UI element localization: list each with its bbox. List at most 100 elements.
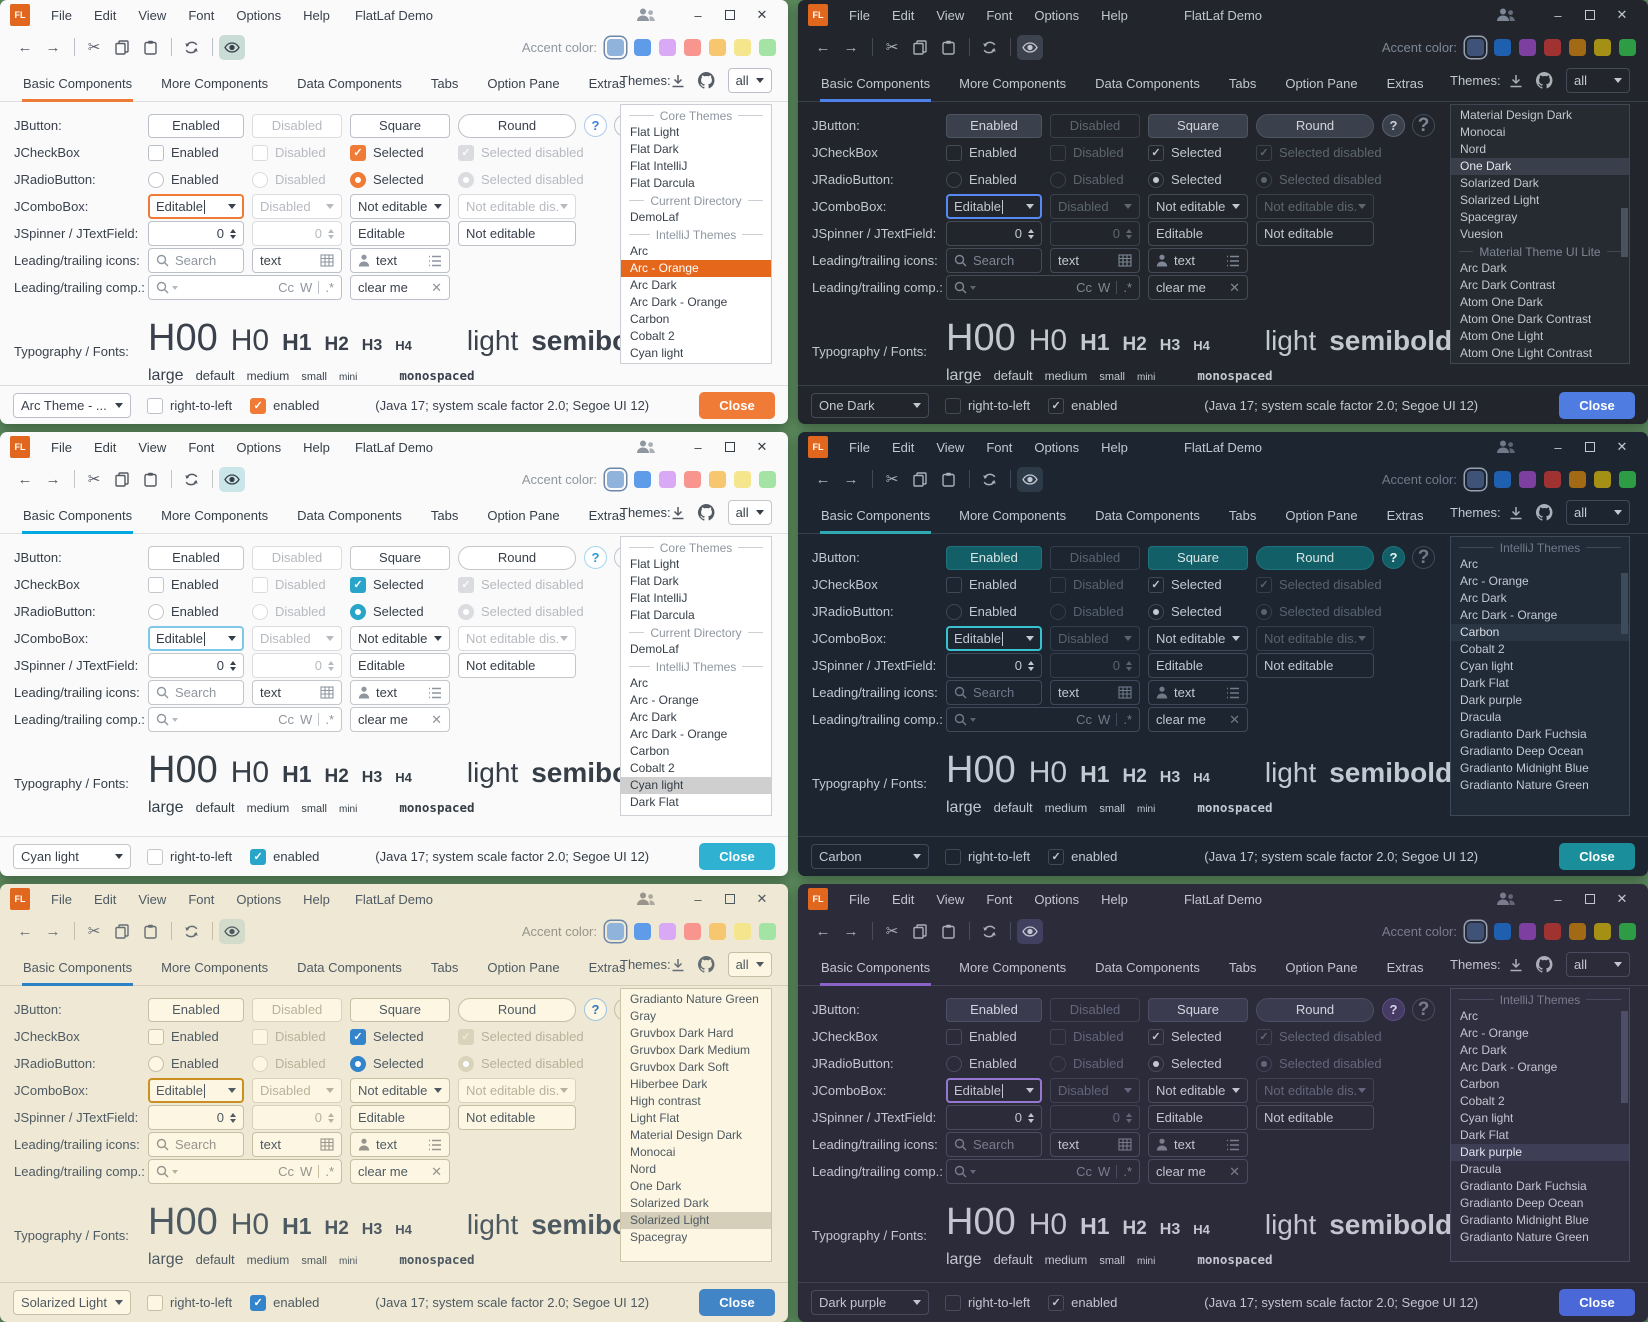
tab[interactable]: Data Components — [1094, 70, 1201, 101]
menu-item[interactable]: File — [838, 440, 881, 455]
combobox-editable[interactable]: Editable — [946, 194, 1042, 219]
menu-item[interactable]: Help — [292, 440, 341, 455]
scrollbar-thumb[interactable] — [1621, 573, 1628, 634]
regex-toggle[interactable]: .* — [325, 712, 334, 727]
search-dropdown-icon[interactable] — [954, 713, 976, 726]
theme-list-item[interactable]: Gradianto Deep Ocean — [1451, 1195, 1629, 1212]
back-icon[interactable]: ← — [12, 467, 38, 492]
menu-item[interactable]: Font — [177, 8, 225, 23]
radio-enabled[interactable]: Enabled — [946, 604, 1042, 620]
tab[interactable]: Option Pane — [1284, 954, 1358, 985]
help-button-secondary[interactable]: ? — [1412, 998, 1435, 1021]
enabled-button[interactable]: Enabled — [148, 114, 244, 138]
textfield-editable[interactable]: Editable — [350, 653, 450, 678]
theme-list-item[interactable]: Carbon — [1451, 624, 1629, 641]
maximize-button[interactable] — [1574, 440, 1606, 455]
search-options-input[interactable]: Cc W .* — [946, 275, 1140, 300]
forward-icon[interactable]: → — [40, 35, 66, 60]
right-to-left-checkbox[interactable]: right-to-left — [945, 398, 1030, 414]
github-icon[interactable] — [698, 504, 715, 521]
menu-item[interactable]: View — [127, 440, 177, 455]
clear-me-input[interactable]: clear me ✕ — [350, 1159, 450, 1184]
theme-list-item[interactable]: Arc Dark — [1451, 1042, 1629, 1059]
search-options-input[interactable]: Cc W .* — [148, 275, 342, 300]
forward-icon[interactable]: → — [838, 467, 864, 492]
back-icon[interactable]: ← — [810, 35, 836, 60]
theme-list-item[interactable]: Current Directory — [621, 192, 771, 209]
search-dropdown-icon[interactable] — [156, 281, 178, 294]
maximize-button[interactable] — [714, 8, 746, 23]
tab[interactable]: Basic Components — [22, 70, 133, 101]
radio-selected[interactable]: Selected — [350, 604, 450, 620]
tab[interactable]: Basic Components — [820, 954, 931, 985]
theme-list-item[interactable]: Core Themes — [621, 539, 771, 556]
theme-list-item[interactable]: High contrast — [621, 1093, 771, 1110]
tab[interactable]: Tabs — [1228, 502, 1257, 533]
accent-swatch[interactable] — [1619, 923, 1636, 940]
accent-swatch[interactable] — [709, 471, 726, 488]
checkbox-selected[interactable]: ✓Selected — [350, 145, 450, 161]
theme-list-item[interactable]: Arc Dark — [1451, 590, 1629, 607]
scrollbar-thumb[interactable] — [1621, 1011, 1628, 1103]
cut-icon[interactable]: ✂ — [81, 919, 107, 944]
menu-item[interactable]: View — [925, 892, 975, 907]
close-window-button[interactable]: ✕ — [1606, 7, 1638, 23]
clear-icon[interactable]: ✕ — [1229, 712, 1240, 728]
tab[interactable]: Basic Components — [820, 502, 931, 533]
radio-enabled[interactable]: Enabled — [148, 172, 244, 188]
theme-list-item[interactable]: Cyan light — [1451, 658, 1629, 675]
search-options-input[interactable]: Cc W .* — [946, 1159, 1140, 1184]
tab[interactable]: Basic Components — [22, 954, 133, 985]
whole-word-toggle[interactable]: W — [1098, 712, 1110, 727]
eye-icon[interactable] — [1017, 919, 1043, 944]
users-icon[interactable] — [1496, 440, 1516, 454]
square-button[interactable]: Square — [1148, 114, 1248, 138]
theme-list-item[interactable]: Flat Dark — [621, 141, 771, 158]
accent-swatch[interactable] — [1494, 39, 1511, 56]
text-input-user[interactable]: text — [350, 248, 450, 273]
tab[interactable]: Option Pane — [486, 954, 560, 985]
enabled-checkbox[interactable]: ✓enabled — [250, 849, 319, 865]
clear-icon[interactable]: ✕ — [431, 1164, 442, 1180]
theme-list-item[interactable]: Cobalt 2 — [621, 328, 771, 345]
theme-list-item[interactable]: DemoLaf — [621, 209, 771, 226]
accent-swatch[interactable] — [607, 923, 624, 940]
cut-icon[interactable]: ✂ — [879, 919, 905, 944]
help-button[interactable]: ? — [1382, 546, 1405, 569]
round-button[interactable]: Round — [1256, 998, 1374, 1022]
eye-icon[interactable] — [219, 35, 245, 60]
theme-list[interactable]: Material Design Dark Monocai Nord One Da… — [1450, 104, 1630, 364]
users-icon[interactable] — [1496, 892, 1516, 906]
tab[interactable]: Option Pane — [1284, 502, 1358, 533]
menu-item[interactable]: View — [925, 8, 975, 23]
close-button[interactable]: Close — [1559, 843, 1635, 870]
tab[interactable]: Option Pane — [486, 70, 560, 101]
scrollbar-thumb[interactable] — [1621, 208, 1628, 257]
theme-list-item[interactable]: Cyan light — [621, 777, 771, 794]
theme-list-item[interactable]: Gruvbox Dark Medium — [621, 1042, 771, 1059]
theme-list-item[interactable]: Solarized Light — [1451, 192, 1629, 209]
combobox-editable[interactable]: Editable — [148, 1078, 244, 1103]
theme-list-item[interactable]: Carbon — [621, 743, 771, 760]
enabled-button[interactable]: Enabled — [946, 114, 1042, 138]
tab[interactable]: Extras — [1386, 502, 1425, 533]
enabled-button[interactable]: Enabled — [148, 546, 244, 570]
theme-list-item[interactable]: Flat IntelliJ — [621, 158, 771, 175]
accent-swatch[interactable] — [759, 471, 776, 488]
right-to-left-checkbox[interactable]: right-to-left — [147, 1295, 232, 1311]
radio-enabled[interactable]: Enabled — [148, 604, 244, 620]
round-button[interactable]: Round — [1256, 546, 1374, 570]
combobox-editable[interactable]: Editable — [946, 626, 1042, 651]
copy-icon[interactable] — [907, 467, 933, 492]
menu-item[interactable]: Options — [1023, 892, 1090, 907]
whole-word-toggle[interactable]: W — [300, 280, 312, 295]
accent-swatch[interactable] — [634, 471, 651, 488]
accent-swatch[interactable] — [684, 923, 701, 940]
copy-icon[interactable] — [907, 919, 933, 944]
download-icon[interactable] — [671, 506, 685, 520]
spinner[interactable]: 0 — [946, 653, 1042, 678]
menu-item[interactable]: Edit — [881, 892, 925, 907]
theme-list-item[interactable]: One Dark — [1451, 158, 1629, 175]
download-icon[interactable] — [671, 958, 685, 972]
clear-me-input[interactable]: clear me ✕ — [1148, 1159, 1248, 1184]
